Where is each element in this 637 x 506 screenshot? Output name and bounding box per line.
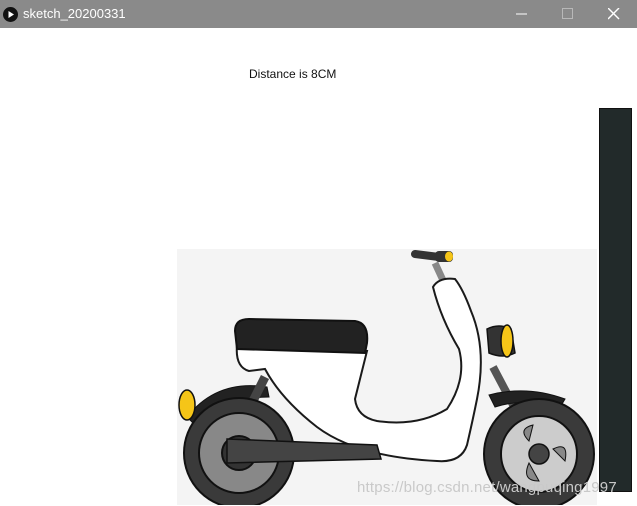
window-title: sketch_20200331: [23, 6, 126, 21]
dark-panel: [599, 108, 632, 492]
processing-play-icon: [3, 7, 18, 22]
title-bar: sketch_20200331: [0, 0, 637, 28]
maximize-icon: [562, 8, 573, 19]
minimize-button[interactable]: [500, 0, 546, 28]
distance-readout: Distance is 8CM: [249, 67, 337, 81]
close-button[interactable]: [592, 0, 637, 28]
scooter-image: [177, 249, 597, 505]
watermark-text: https://blog.csdn.net/wangpuqing1997: [357, 479, 617, 496]
minimize-icon: [516, 13, 527, 15]
maximize-button[interactable]: [546, 0, 592, 28]
close-icon: [608, 8, 620, 20]
